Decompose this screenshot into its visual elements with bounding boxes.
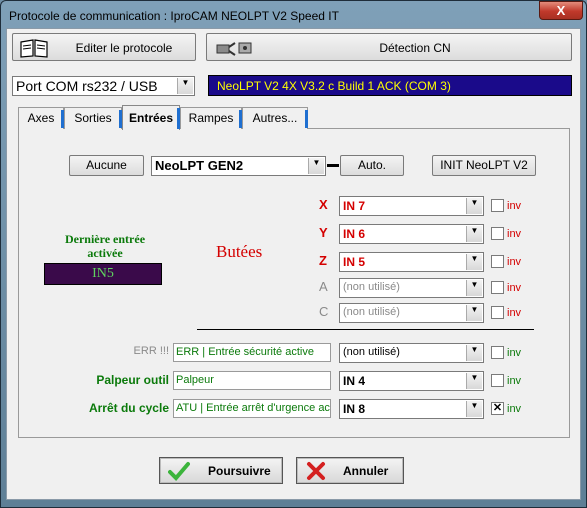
- tab-rampes-label: Rampes: [188, 111, 234, 125]
- input-select-2[interactable]: IN 8 ▼: [339, 399, 484, 419]
- tab-sorties[interactable]: Sorties: [64, 107, 122, 129]
- axis-select-value-4: (non utilisé): [343, 306, 400, 318]
- input-inv-checkbox-0[interactable]: [491, 346, 504, 359]
- axis-select-2[interactable]: IN 5 ▼: [339, 252, 484, 272]
- axis-inv-checkbox-4[interactable]: [491, 306, 504, 319]
- axis-select-1[interactable]: IN 6 ▼: [339, 224, 484, 244]
- input-select-1[interactable]: IN 4 ▼: [339, 371, 484, 391]
- axis-select-value-3: (non utilisé): [343, 281, 400, 293]
- tab-entrees-label: Entrées: [128, 111, 174, 125]
- input-desc-field-1[interactable]: Palpeur: [173, 371, 331, 390]
- input-select-0[interactable]: (non utilisé) ▼: [339, 343, 484, 363]
- input-inv-label-1: inv: [507, 375, 522, 387]
- tab-axes-label: Axes: [27, 111, 55, 125]
- book-icon: [19, 38, 49, 61]
- tab-rampes[interactable]: Rampes: [180, 107, 242, 129]
- continue-label: Poursuivre: [208, 464, 271, 478]
- init-button[interactable]: INIT NeoLPT V2: [432, 155, 536, 176]
- axis-inv-checkbox-1[interactable]: [491, 227, 504, 240]
- axis-inv-label-4: inv: [507, 307, 522, 319]
- chevron-down-icon[interactable]: ▼: [466, 280, 482, 296]
- axis-select-0[interactable]: IN 7 ▼: [339, 196, 484, 216]
- device-select-value: NeoLPT GEN2: [155, 158, 244, 173]
- axis-select-4[interactable]: (non utilisé) ▼: [339, 303, 484, 323]
- input-desc-field-0[interactable]: ERR | Entrée sécurité active: [173, 343, 331, 362]
- tab-entrees[interactable]: Entrées: [122, 105, 180, 130]
- tab-autres-marker: [305, 110, 308, 128]
- axis-inv-checkbox-0[interactable]: [491, 199, 504, 212]
- input-label-0: ERR !!!: [133, 345, 169, 357]
- tab-autres[interactable]: Autres...: [242, 107, 308, 129]
- axis-label-3: A: [319, 279, 328, 294]
- cancel-button[interactable]: Annuler: [296, 457, 404, 484]
- axis-select-3[interactable]: (non utilisé) ▼: [339, 278, 484, 298]
- plug-icon: [215, 37, 255, 62]
- chevron-down-icon[interactable]: ▼: [466, 373, 482, 389]
- input-inv-checkbox-2[interactable]: ✕: [491, 402, 504, 415]
- cancel-label: Annuler: [343, 464, 389, 478]
- detect-cn-label: Détection CN: [379, 41, 451, 55]
- continue-button[interactable]: Poursuivre: [159, 457, 283, 484]
- chevron-down-icon[interactable]: ▼: [466, 254, 482, 270]
- tab-axes[interactable]: Axes: [18, 107, 64, 129]
- cross-icon: [305, 461, 327, 484]
- window-title: Protocole de communication : IproCAM NEO…: [9, 9, 339, 23]
- chevron-down-icon[interactable]: ▼: [466, 401, 482, 417]
- input-inv-checkbox-1[interactable]: [491, 374, 504, 387]
- input-desc-field-2[interactable]: ATU | Entrée arrêt d'urgence act: [173, 399, 331, 418]
- edit-protocol-label: Editer le protocole: [75, 41, 173, 55]
- last-input-title: Dernière entrée activée: [64, 232, 146, 260]
- input-select-value-1: IN 4: [343, 374, 366, 388]
- axis-label-0: X: [319, 197, 328, 212]
- last-input-value: IN5: [44, 263, 162, 285]
- axis-label-2: Z: [319, 253, 327, 268]
- footer-separator: [18, 437, 570, 438]
- checkmark-icon: [168, 461, 190, 484]
- axis-select-value-2: IN 5: [343, 255, 366, 269]
- separator: [197, 329, 534, 330]
- input-select-value-0: (non utilisé): [343, 346, 400, 358]
- close-button[interactable]: X: [539, 1, 583, 20]
- chevron-down-icon[interactable]: ▼: [466, 198, 482, 214]
- axis-select-value-1: IN 6: [343, 227, 366, 241]
- none-button[interactable]: Aucune: [69, 155, 144, 176]
- chevron-down-icon[interactable]: ▼: [177, 78, 193, 94]
- port-select[interactable]: Port COM rs232 / USB ▼: [12, 76, 195, 96]
- connector-line: [327, 164, 339, 167]
- axis-label-1: Y: [319, 225, 328, 240]
- tab-autres-label: Autres...: [252, 111, 298, 125]
- axis-inv-checkbox-3[interactable]: [491, 281, 504, 294]
- chevron-down-icon[interactable]: ▼: [466, 345, 482, 361]
- edit-protocol-button[interactable]: Editer le protocole: [12, 33, 196, 61]
- axis-inv-label-0: inv: [507, 200, 522, 212]
- axis-label-4: C: [319, 304, 329, 319]
- axis-inv-label-2: inv: [507, 256, 522, 268]
- chevron-down-icon[interactable]: ▼: [466, 305, 482, 321]
- input-select-value-2: IN 8: [343, 402, 366, 416]
- input-inv-label-2: inv: [507, 403, 522, 415]
- chevron-down-icon[interactable]: ▼: [308, 158, 324, 174]
- input-inv-label-0: inv: [507, 347, 522, 359]
- axis-inv-label-1: inv: [507, 228, 522, 240]
- input-label-2: Arrêt du cycle: [88, 401, 169, 415]
- axis-inv-label-3: inv: [507, 282, 522, 294]
- axis-select-value-0: IN 7: [343, 199, 366, 213]
- axis-inv-checkbox-2[interactable]: [491, 255, 504, 268]
- port-select-value: Port COM rs232 / USB: [16, 78, 158, 94]
- device-select[interactable]: NeoLPT GEN2 ▼: [151, 156, 326, 176]
- chevron-down-icon[interactable]: ▼: [466, 226, 482, 242]
- tab-sorties-label: Sorties: [74, 111, 112, 125]
- detect-cn-button[interactable]: Détection CN: [206, 33, 572, 61]
- input-label-1: Palpeur outil: [96, 373, 169, 387]
- auto-button[interactable]: Auto.: [340, 155, 404, 176]
- butees-title: Butées: [216, 242, 263, 261]
- status-display: NeoLPT V2 4X V3.2 c Build 1 ACK (COM 3): [208, 75, 572, 96]
